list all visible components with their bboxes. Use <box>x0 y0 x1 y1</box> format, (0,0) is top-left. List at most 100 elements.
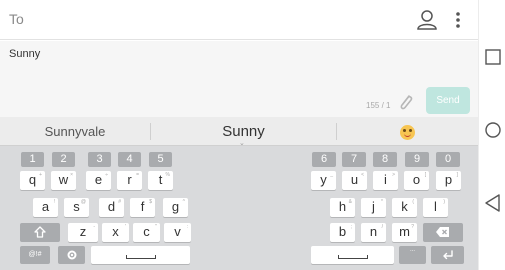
recipient-field[interactable]: To <box>9 11 24 27</box>
key-a[interactable]: a! <box>33 198 58 217</box>
shift-key[interactable] <box>20 223 60 242</box>
key-hint: / <box>381 224 383 230</box>
key-7[interactable]: 7 <box>342 152 366 167</box>
space-icon <box>337 255 368 259</box>
contact-button[interactable] <box>414 7 440 33</box>
recipient-row[interactable]: To <box>0 0 478 40</box>
key-t[interactable]: t% <box>148 171 173 190</box>
key-label: d <box>107 199 116 214</box>
recent-apps-button[interactable] <box>479 44 505 70</box>
more-options-button[interactable] <box>450 7 466 33</box>
key-z[interactable]: z- <box>68 223 98 242</box>
key-label: x <box>112 224 119 239</box>
key-hint: ( <box>412 199 414 205</box>
home-button[interactable] <box>479 117 505 143</box>
key-hint: ? <box>411 224 414 230</box>
backspace-key[interactable] <box>423 223 463 242</box>
suggestion-item[interactable]: Sunnyvale <box>0 117 150 146</box>
key-y[interactable]: y _ <box>311 171 336 190</box>
key-r[interactable]: r = <box>117 171 142 190</box>
send-button[interactable]: Send <box>426 87 470 114</box>
key-9[interactable]: 9 <box>405 152 429 167</box>
key-b[interactable]: b; <box>330 223 355 242</box>
key-label: u <box>350 172 359 187</box>
shift-icon <box>34 226 46 238</box>
key-hint: # <box>118 199 121 205</box>
key-label: h <box>338 199 347 214</box>
chevron-down-icon: ⌄ <box>239 140 245 147</box>
key-label: r <box>127 172 132 187</box>
key-label: t <box>158 172 163 187</box>
key-5[interactable]: 5 <box>149 152 172 167</box>
key-s[interactable]: s @ <box>64 198 89 217</box>
more-vert-icon <box>456 12 460 28</box>
key-m[interactable]: m? <box>392 223 417 242</box>
key-q[interactable]: q + <box>20 171 45 190</box>
symbols-key[interactable]: @!# <box>20 246 50 264</box>
key-4[interactable]: 4 <box>118 152 141 167</box>
key-f[interactable]: f $ <box>130 198 155 217</box>
smiley-emoji-icon <box>400 125 415 141</box>
key-2[interactable]: 2 <box>52 152 75 167</box>
key-label: z <box>79 224 87 239</box>
space-key-left[interactable] <box>91 246 190 264</box>
key-label: o <box>412 172 421 187</box>
key-hint: ... <box>77 247 82 253</box>
settings-key[interactable]: ... <box>58 246 85 264</box>
key-label: b <box>338 224 347 239</box>
key-hint: : <box>186 224 188 230</box>
key-hint: ^ <box>182 199 185 205</box>
keyboard: Sunnyvale Sunny ⌄ 1 2 3 4 5 6 7 8 9 0 q +… <box>0 117 478 270</box>
space-key-right[interactable] <box>311 246 394 264</box>
key-label: v <box>174 224 181 239</box>
key-p[interactable]: p] <box>436 171 461 190</box>
key-label: s <box>73 199 80 214</box>
key-label: c <box>143 224 150 239</box>
key-h[interactable]: h & <box>330 198 355 217</box>
key-o[interactable]: o[ <box>404 171 429 190</box>
suggestion-bar: Sunnyvale Sunny ⌄ <box>0 117 478 147</box>
key-d[interactable]: d # <box>99 198 124 217</box>
gear-icon <box>67 250 76 260</box>
key-label: q <box>28 172 37 187</box>
key-v[interactable]: v: <box>164 223 191 242</box>
space-icon <box>125 255 156 259</box>
key-e[interactable]: e ÷ <box>86 171 111 190</box>
key-3[interactable]: 3 <box>88 152 111 167</box>
key-j[interactable]: j * <box>361 198 386 217</box>
key-label: w <box>58 172 69 187</box>
paperclip-icon <box>400 95 413 110</box>
key-k[interactable]: k( <box>392 198 417 217</box>
key-hint: + <box>39 172 42 178</box>
period-key[interactable]: ... <box>399 246 426 264</box>
key-label: y <box>320 172 327 187</box>
key-n[interactable]: n / <box>361 223 386 242</box>
enter-icon <box>442 250 453 260</box>
emoji-suggestion[interactable] <box>337 117 478 146</box>
enter-key[interactable] <box>431 246 464 264</box>
key-hint: [ <box>424 172 426 178</box>
key-label: n <box>369 224 378 239</box>
key-c[interactable]: c " <box>133 223 160 242</box>
key-l[interactable]: l) <box>423 198 448 217</box>
key-g[interactable]: g ^ <box>163 198 188 217</box>
key-label: g <box>171 199 180 214</box>
key-hint: @ <box>80 199 86 205</box>
key-hint: = <box>136 172 139 178</box>
key-w[interactable]: w × <box>51 171 76 190</box>
message-input[interactable]: Sunny 155 / 1 Send <box>0 41 478 117</box>
key-i[interactable]: i > <box>373 171 398 190</box>
key-8[interactable]: 8 <box>373 152 397 167</box>
key-u[interactable]: u < <box>342 171 367 190</box>
key-1[interactable]: 1 <box>21 152 44 167</box>
key-hint: " <box>155 224 157 230</box>
attach-button[interactable] <box>394 90 418 114</box>
key-6[interactable]: 6 <box>312 152 336 167</box>
key-hint: - <box>93 224 95 230</box>
key-label: i <box>384 172 387 187</box>
key-x[interactable]: x ' <box>102 223 129 242</box>
key-0[interactable]: 0 <box>436 152 460 167</box>
back-button[interactable] <box>479 190 505 216</box>
key-hint: ÷ <box>105 172 108 178</box>
key-label: f <box>140 199 145 214</box>
